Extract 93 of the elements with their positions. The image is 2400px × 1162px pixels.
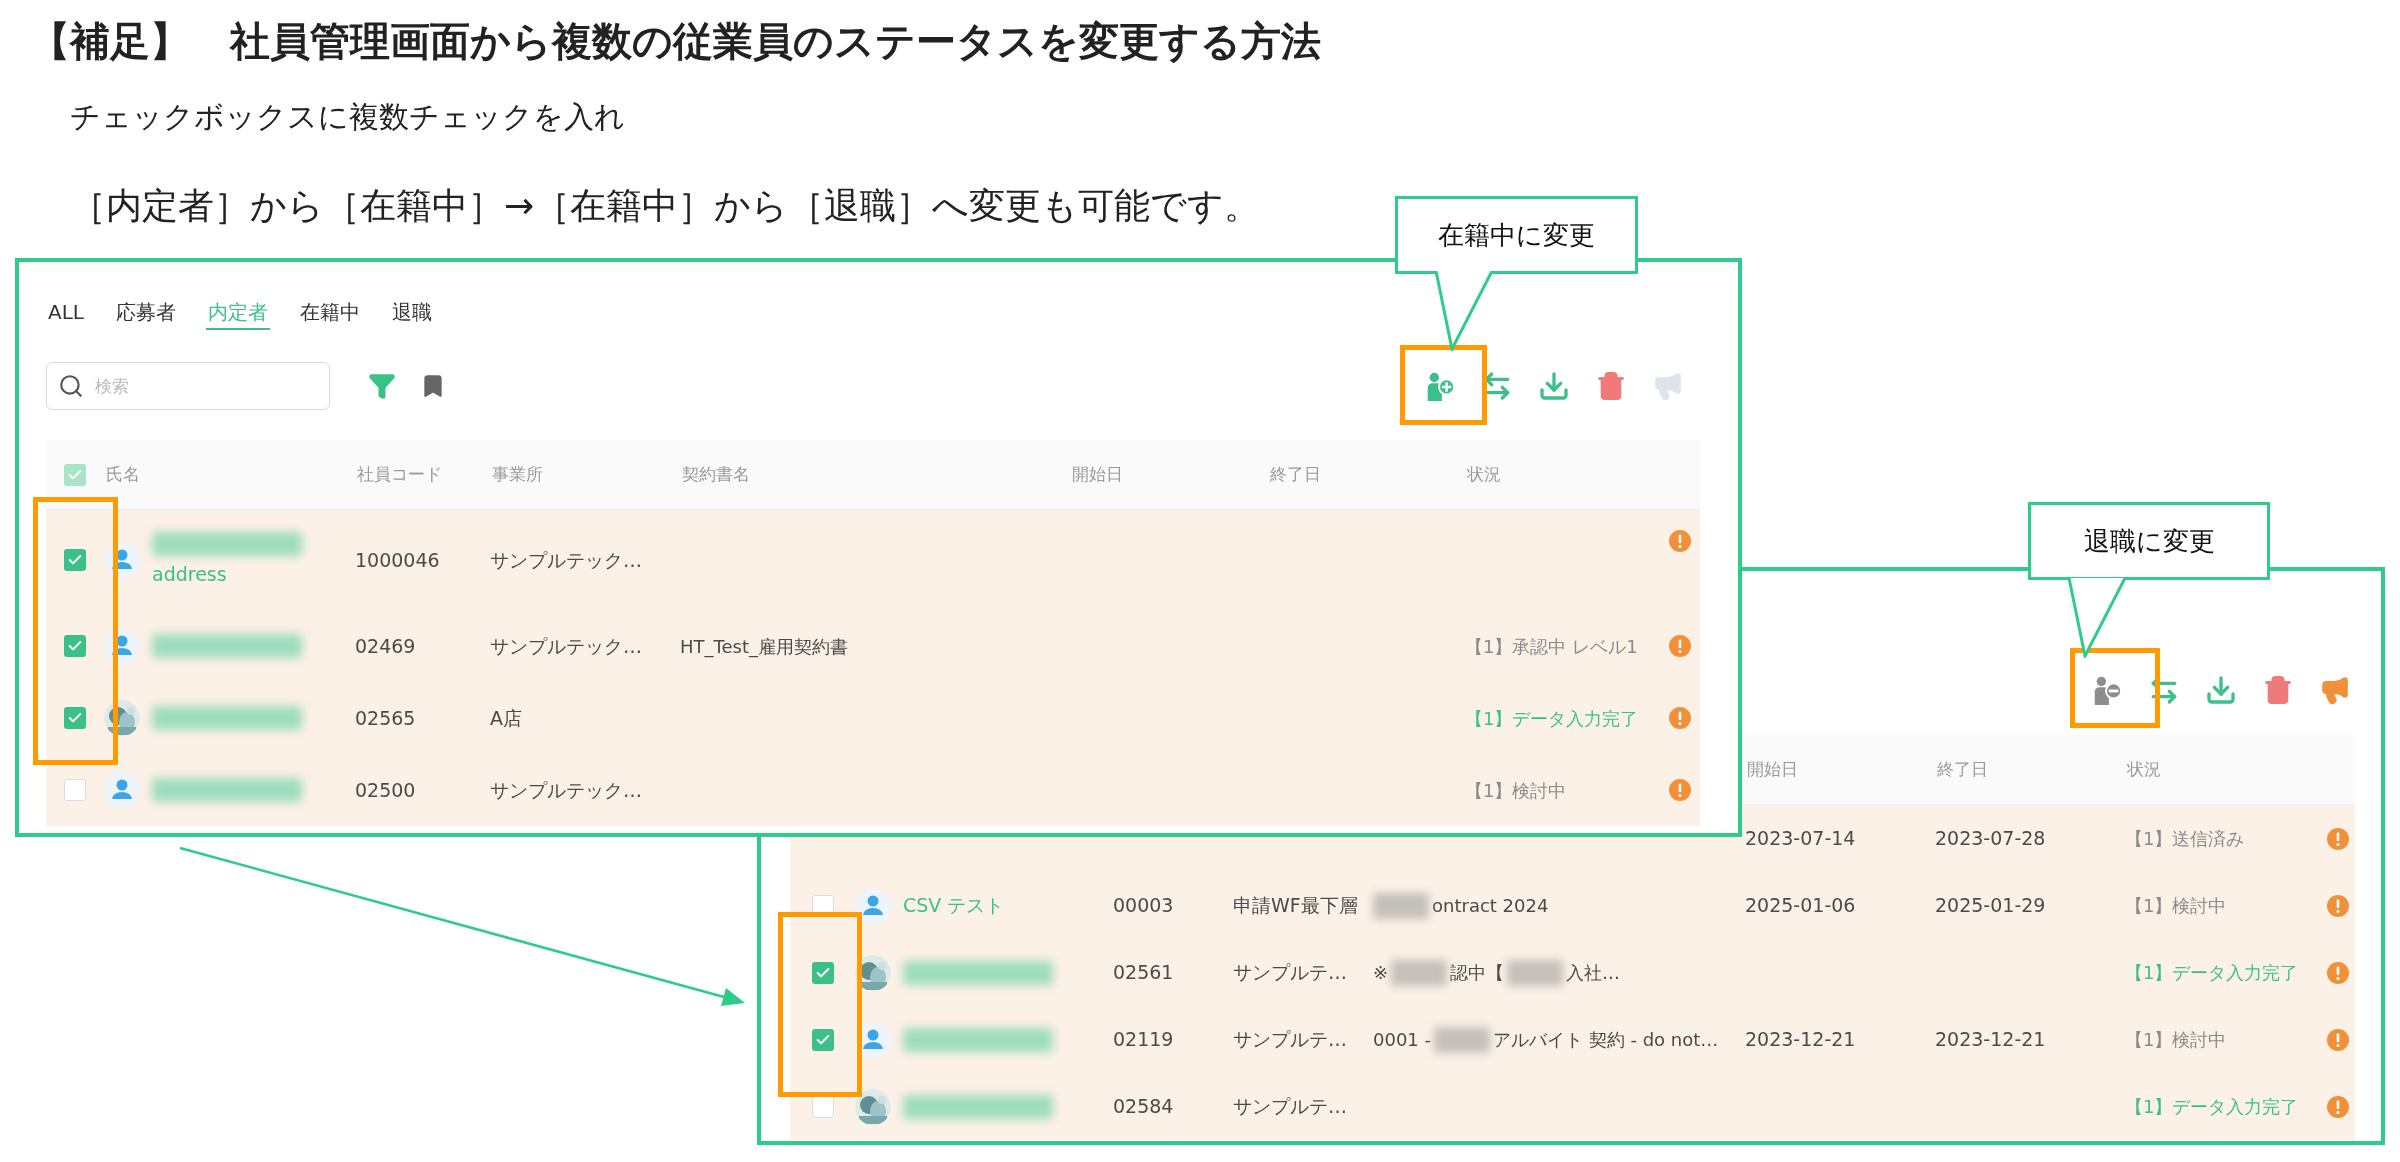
- column-header: 開始日: [1071, 462, 1124, 486]
- start-date: 2023-07-14: [1745, 827, 1856, 850]
- redacted-text: [1434, 1026, 1491, 1053]
- office-name: サンプルテ…: [1233, 1028, 1347, 1051]
- column-header: 状況: [2126, 757, 2162, 781]
- alert-icon: [2326, 1028, 2349, 1051]
- column-header: 終了日: [1269, 462, 1322, 486]
- checkbox[interactable]: [64, 779, 86, 801]
- checkbox[interactable]: [811, 1095, 834, 1118]
- column-header: 氏名: [105, 462, 141, 486]
- checkbox[interactable]: [64, 463, 86, 486]
- office-name: サンプルテック…: [490, 634, 642, 657]
- status-label: 【1】データ入力完了: [2125, 1096, 2299, 1118]
- column-header: 事業所: [491, 462, 544, 486]
- table-row[interactable]: 02561 サンプルテ… ※ 認中【 入社… 【1】データ入力完了: [790, 939, 2355, 1006]
- table-row[interactable]: 02469 サンプルテック… HT_Test_雇用契約書 【1】承認中 レベル1: [46, 610, 1700, 682]
- page-title: 社員管理画面から複数の従業員のステータスを変更する方法: [230, 17, 1321, 66]
- end-date: 2023-12-21: [1935, 1028, 2046, 1051]
- employee-code: 02565: [355, 706, 416, 729]
- status-label: 【1】送信済み: [2125, 828, 2245, 850]
- employee-code: 02469: [355, 634, 416, 657]
- alert-icon: [2326, 1095, 2349, 1118]
- search-icon: [58, 373, 84, 399]
- title-tag: 【補足】: [30, 11, 190, 71]
- table-row[interactable]: 02584 サンプルテ… 【1】データ入力完了: [790, 1073, 2355, 1140]
- end-date: 2025-01-29: [1935, 894, 2046, 917]
- instruction-text: ［内定者］から［在籍中］→［在籍中］から［退職］へ変更も可能です。: [70, 184, 1262, 228]
- alert-icon: [1669, 707, 1691, 729]
- table-row[interactable]: 02500 サンプルテック… 【1】検討中: [46, 754, 1700, 826]
- alert-icon: [2326, 827, 2349, 850]
- redacted-text: [1391, 959, 1448, 986]
- alert-icon: [1669, 530, 1691, 552]
- start-date: 2023-12-21: [1745, 1028, 1856, 1051]
- checkbox[interactable]: [64, 707, 86, 729]
- status-label: 【1】検討中: [2125, 895, 2227, 917]
- contract-name: アルバイト 契約 - do not…: [1493, 1028, 1719, 1052]
- employee-code: 02119: [1113, 1028, 1174, 1051]
- search-field[interactable]: 検索: [46, 362, 330, 410]
- user-avatar-icon: [104, 542, 140, 578]
- checkbox[interactable]: [811, 961, 834, 984]
- contract-name: 認中【: [1450, 961, 1505, 985]
- status-label: 【1】検討中: [2125, 1029, 2227, 1051]
- user-avatar-icon: [855, 887, 891, 924]
- contract-name: ※: [1373, 961, 1389, 985]
- table-row[interactable]: 02119 サンプルテ… 0001 - アルバイト 契約 - do not… 2023-12-21 2023-12-21 【1】検討中: [790, 1006, 2355, 1073]
- checkbox[interactable]: [64, 549, 86, 571]
- contract-name: ontract 2024: [1432, 894, 1549, 918]
- status-tab[interactable]: ALL: [46, 296, 86, 330]
- alert-icon: [1669, 779, 1691, 801]
- employee-address: address: [152, 561, 228, 587]
- employee-code: 02561: [1113, 961, 1174, 984]
- start-date: 2025-01-06: [1745, 894, 1856, 917]
- alert-icon: [2326, 961, 2349, 984]
- employee-code: 1000046: [355, 548, 440, 571]
- contract-name: 0001 -: [1373, 1028, 1432, 1052]
- alert-icon: [2326, 894, 2349, 917]
- user-avatar-icon: [104, 772, 140, 808]
- contract-name: 入社…: [1566, 961, 1621, 985]
- user-avatar-icon: [855, 1021, 891, 1058]
- table-row[interactable]: 02565 A店 【1】データ入力完了: [46, 682, 1700, 754]
- redacted-text: [1507, 959, 1564, 986]
- table-row[interactable]: CSV テスト 00003 申請WF最下層 ontract 2024 2025-01-06 2025-01-29 【1】検討中: [790, 872, 2355, 939]
- table-row[interactable]: address 1000046 サンプルテック…: [46, 510, 1700, 610]
- alert-icon: [1669, 635, 1691, 657]
- office-name: サンプルテック…: [490, 778, 642, 801]
- status-tab[interactable]: 応募者: [113, 296, 178, 330]
- status-label: 【1】データ入力完了: [1465, 707, 1639, 729]
- office-name: 申請WF最下層: [1233, 894, 1358, 917]
- instruction-text: チェックボックスに複数チェックを入れ: [70, 98, 626, 136]
- status-tab[interactable]: 在籍中: [297, 296, 362, 330]
- user-avatar-icon: [104, 628, 140, 664]
- checkbox[interactable]: [811, 1028, 834, 1051]
- office-name: A店: [490, 706, 522, 729]
- office-name: サンプルテ…: [1233, 961, 1347, 984]
- column-header: 終了日: [1936, 757, 1989, 781]
- checkbox[interactable]: [64, 635, 86, 657]
- office-name: サンプルテ…: [1233, 1095, 1347, 1118]
- column-header: 状況: [1466, 462, 1502, 486]
- column-header: 契約書名: [681, 462, 751, 486]
- employee-code: 02584: [1113, 1095, 1174, 1118]
- employee-code: 02500: [355, 778, 416, 801]
- end-date: 2023-07-28: [1935, 827, 2046, 850]
- status-tab[interactable]: 退職: [389, 296, 434, 330]
- filter-icon[interactable]: [368, 372, 396, 400]
- status-label: 【1】承認中 レベル1: [1465, 635, 1638, 657]
- contract-name: HT_Test_雇用契約書: [680, 634, 848, 660]
- column-header: 開始日: [1746, 757, 1799, 781]
- status-label: 【1】データ入力完了: [2125, 962, 2299, 984]
- employee-code: 00003: [1113, 894, 1174, 917]
- status-label: 【1】検討中: [1465, 779, 1567, 801]
- column-header: 社員コード: [356, 462, 443, 486]
- office-name: サンプルテック…: [490, 548, 642, 571]
- redacted-text: [1373, 892, 1429, 919]
